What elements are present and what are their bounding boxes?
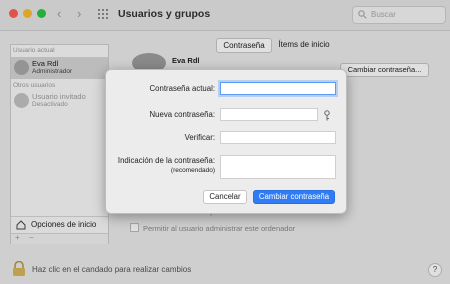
change-password-dialog: Contraseña actual: Nueva contraseña: Ver… [105, 69, 347, 214]
new-password-field[interactable] [220, 108, 318, 121]
verify-label: Verificar: [184, 133, 215, 142]
current-password-field[interactable] [220, 82, 336, 95]
cancel-button[interactable]: Cancelar [203, 190, 247, 204]
hint-label: Indicación de la contraseña: [117, 156, 215, 165]
verify-field[interactable] [220, 131, 336, 144]
hint-field[interactable] [220, 155, 336, 179]
new-password-label: Nueva contraseña: [149, 110, 215, 119]
current-password-label: Contraseña actual: [149, 84, 215, 93]
key-icon[interactable] [324, 110, 330, 121]
submit-change-password-button[interactable]: Cambiar contraseña [253, 190, 335, 204]
hint-sublabel: (recomendado) [170, 167, 215, 174]
